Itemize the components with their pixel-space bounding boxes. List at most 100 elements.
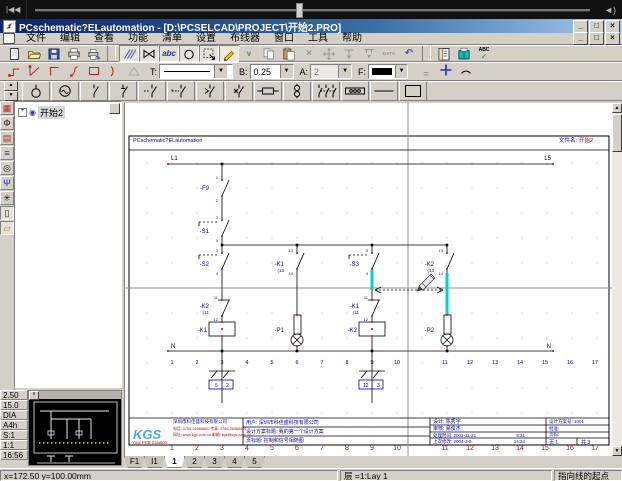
database-button[interactable] bbox=[454, 45, 474, 62]
rectangle-tool-button[interactable] bbox=[84, 62, 104, 79]
menu-item-3[interactable]: 功能 bbox=[121, 33, 155, 45]
angle-combo[interactable]: 2 ▼ bbox=[310, 64, 352, 79]
page-tab-1[interactable]: 1 bbox=[164, 456, 185, 468]
page-tab-5[interactable]: 5 bbox=[244, 456, 265, 468]
copy-button[interactable] bbox=[259, 45, 279, 62]
page-tab-I1[interactable]: I1 bbox=[144, 456, 165, 468]
net-list-button[interactable]: ≡ bbox=[0, 146, 14, 160]
parallel-lines-button[interactable]: = bbox=[416, 65, 436, 82]
contact-limit-symbol-button[interactable] bbox=[196, 81, 224, 101]
vertical-scrollbar[interactable]: ▲ ▼ bbox=[612, 103, 622, 456]
new-button[interactable] bbox=[4, 45, 24, 62]
paste-button[interactable] bbox=[279, 45, 299, 62]
page-tab-F1[interactable]: F1 bbox=[124, 456, 145, 468]
polyline-tool-button[interactable] bbox=[4, 62, 24, 79]
area-mode-button[interactable] bbox=[199, 45, 219, 62]
undo-button[interactable]: ↶ bbox=[399, 45, 419, 62]
contact-pushbutton-symbol-button[interactable] bbox=[167, 81, 195, 101]
scroll-down-icon[interactable]: ▼ bbox=[612, 446, 622, 456]
menu-item-0[interactable]: 文件 bbox=[19, 33, 53, 45]
reference-down-button[interactable] bbox=[339, 45, 359, 62]
navigator-window[interactable]: x bbox=[28, 390, 122, 466]
terminal-block-symbol-button[interactable] bbox=[341, 81, 369, 101]
media-slider-track[interactable] bbox=[35, 9, 590, 12]
object-lister-button[interactable] bbox=[434, 45, 454, 62]
text-mode-button[interactable]: abc bbox=[159, 45, 179, 62]
page-tab-3[interactable]: 3 bbox=[204, 456, 225, 468]
speaker-icon[interactable]: ◄) bbox=[598, 5, 622, 15]
arc-segment-button[interactable] bbox=[456, 61, 476, 78]
panel-close-button[interactable] bbox=[109, 103, 120, 114]
menu-item-9[interactable]: 帮助 bbox=[335, 33, 369, 45]
reference-pin-button[interactable]: Ψ bbox=[0, 176, 14, 190]
signal-lamp-symbol-button[interactable] bbox=[22, 81, 50, 101]
reference-up-button[interactable] bbox=[359, 45, 379, 62]
line-symbol-button[interactable] bbox=[370, 81, 398, 101]
spinner-up-icon[interactable]: ▲ bbox=[4, 81, 18, 91]
symbols-mode-button[interactable] bbox=[139, 45, 159, 62]
circle-mode-button[interactable] bbox=[179, 45, 199, 62]
chevron-down-icon[interactable]: ▼ bbox=[395, 65, 407, 78]
chevron-down-icon[interactable]: ▼ bbox=[214, 65, 227, 78]
color-combo[interactable]: ▼ bbox=[368, 64, 408, 79]
curve-tool-button[interactable] bbox=[64, 62, 84, 79]
media-slider-thumb[interactable] bbox=[296, 3, 303, 18]
minimize-button[interactable]: _ bbox=[573, 32, 588, 45]
center-object-button[interactable]: Φ bbox=[0, 116, 14, 130]
chevron-down-icon[interactable]: ▼ bbox=[280, 65, 293, 78]
delete-button[interactable]: × bbox=[299, 45, 319, 62]
print-button[interactable] bbox=[64, 45, 84, 62]
contact-operated-symbol-button[interactable] bbox=[138, 81, 166, 101]
open-button[interactable] bbox=[24, 45, 44, 62]
close-button[interactable]: × bbox=[605, 32, 620, 45]
motor-symbol-button[interactable] bbox=[51, 81, 79, 101]
tree-item-project[interactable]: + ◉ 开始2 bbox=[18, 106, 121, 119]
media-slider[interactable] bbox=[35, 2, 590, 17]
minimize-button[interactable]: _ bbox=[573, 20, 588, 33]
zoom-page-button[interactable]: ◎ bbox=[0, 161, 14, 175]
menu-item-6[interactable]: 布线器 bbox=[223, 33, 267, 45]
database-book-button[interactable]: ▤ bbox=[0, 131, 14, 145]
menu-item-2[interactable]: 查看 bbox=[87, 33, 121, 45]
tree-expand-icon[interactable]: + bbox=[18, 108, 27, 117]
skip-start-button[interactable]: |◀◀ bbox=[0, 2, 27, 17]
print-page-button[interactable] bbox=[84, 45, 104, 62]
line-width-combo[interactable]: 0.25 ▼ bbox=[250, 64, 294, 79]
coil-symbol-button[interactable] bbox=[254, 81, 282, 101]
restore-button[interactable]: □ bbox=[589, 32, 604, 45]
contact-breaker-symbol-button[interactable] bbox=[225, 81, 253, 101]
fill-tool-button[interactable] bbox=[124, 62, 144, 79]
close-icon[interactable]: x bbox=[29, 391, 39, 400]
menu-item-1[interactable]: 编辑 bbox=[53, 33, 87, 45]
scroll-thumb[interactable] bbox=[612, 114, 622, 152]
line-type-combo[interactable]: ▼ bbox=[159, 64, 233, 79]
menu-item-5[interactable]: 设置 bbox=[189, 33, 223, 45]
page-doc-button[interactable]: ▯ bbox=[0, 206, 14, 220]
contact-nc-symbol-button[interactable] bbox=[109, 81, 137, 101]
chevron-down-icon[interactable]: ▼ bbox=[338, 65, 351, 78]
navigator-titlebar[interactable]: x bbox=[29, 391, 121, 399]
scroll-up-icon[interactable]: ▲ bbox=[612, 103, 622, 113]
spinner-down-icon[interactable]: ▼ bbox=[4, 91, 18, 101]
box-symbol-button[interactable] bbox=[399, 81, 427, 101]
page-note-button[interactable]: ▱ bbox=[0, 221, 14, 235]
menu-item-8[interactable]: 工具 bbox=[301, 33, 335, 45]
menu-item-7[interactable]: 窗口 bbox=[267, 33, 301, 45]
schematic-canvas[interactable]: PCschematic?ELautomation文件名:开始2L1L5NN-F9… bbox=[124, 103, 613, 456]
menu-item-4[interactable]: 清单 bbox=[155, 33, 189, 45]
draw-pencil-button[interactable] bbox=[219, 45, 239, 62]
page-tab-2[interactable]: 2 bbox=[184, 456, 205, 468]
spellcheck-button[interactable]: ABC✓ bbox=[474, 45, 494, 62]
socket-symbol-button[interactable] bbox=[283, 81, 311, 101]
symbol-spinner[interactable]: ▲ ▼ bbox=[4, 81, 18, 101]
settings-gear-button[interactable]: ✳ bbox=[0, 191, 14, 205]
snap-grid-button[interactable]: ▦ bbox=[0, 101, 14, 115]
arc-tool-button[interactable] bbox=[104, 62, 124, 79]
ok-button[interactable]: v bbox=[239, 45, 259, 62]
page-tab-4[interactable]: 4 bbox=[224, 456, 245, 468]
conducting-line-button[interactable] bbox=[436, 61, 456, 78]
data-button[interactable]: DATA bbox=[379, 45, 399, 62]
three-pole-contact-symbol-button[interactable] bbox=[312, 81, 340, 101]
slanted-line-tool-button[interactable] bbox=[24, 62, 44, 79]
corner-tool-button[interactable] bbox=[44, 62, 64, 79]
